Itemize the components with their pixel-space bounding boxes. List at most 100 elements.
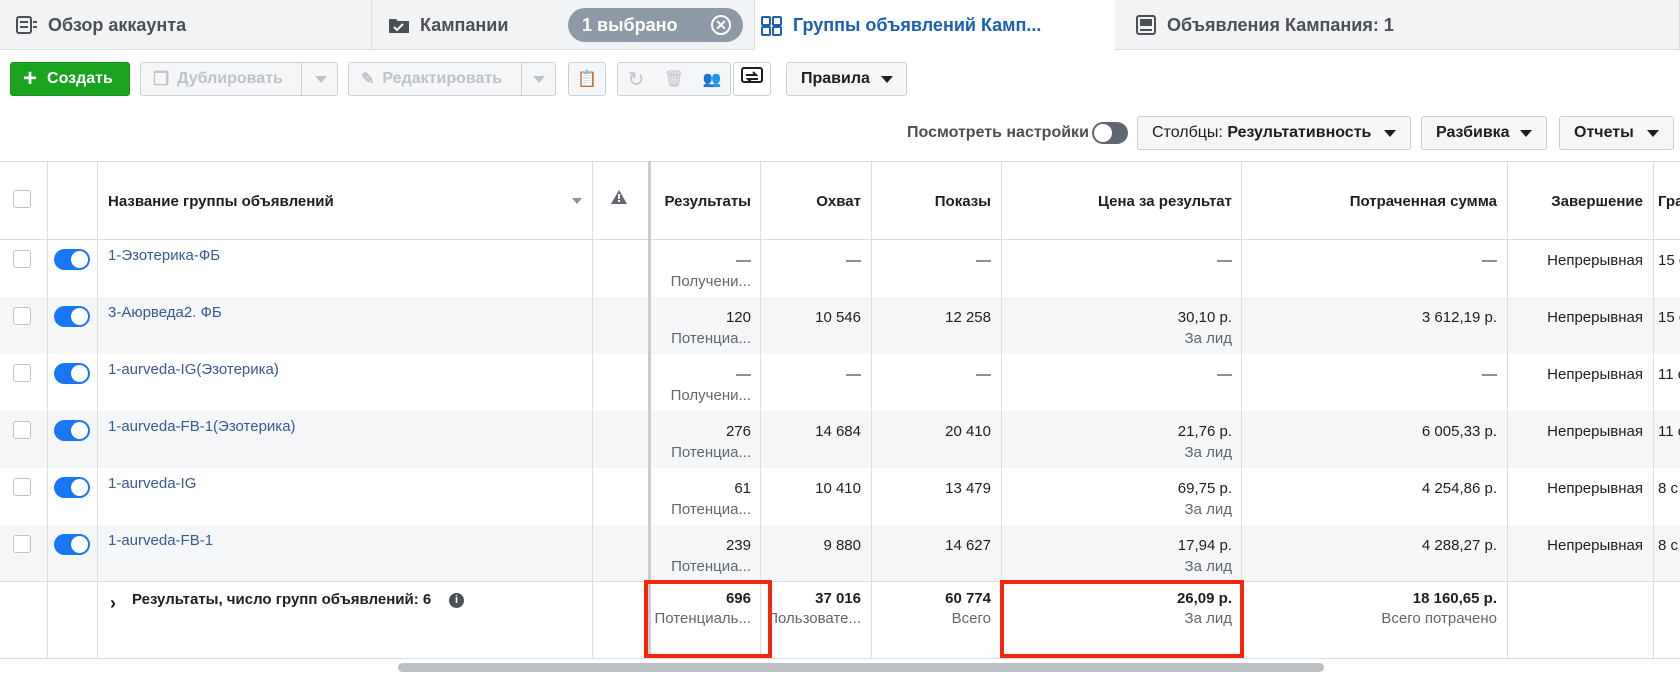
cell-schedule: 8 с (1658, 480, 1679, 497)
clipboard-icon: 📋 (577, 71, 597, 88)
clear-selection-icon[interactable]: ✕ (711, 15, 731, 35)
cell-amount-spent: 4 254,86 р. (1421, 480, 1497, 497)
duplicate-label: Дублировать (177, 70, 283, 87)
header-schedule[interactable]: Гра (1658, 193, 1680, 210)
clipboard-button[interactable]: 📋 (568, 62, 606, 96)
totals-impressions-sub: Всего (951, 610, 991, 627)
reports-label: Отчеты (1574, 124, 1634, 141)
cell-impressions: — (976, 252, 991, 269)
tab-bar: Обзор аккаунта Кампании 1 выбрано ✕ Груп… (0, 0, 1680, 51)
row-toggle[interactable] (54, 306, 90, 327)
ad-set-name-link[interactable]: 1-Эзотерика-ФБ (108, 247, 220, 264)
ad-set-name-link[interactable]: 1-aurveda-IG(Эзотерика) (108, 361, 279, 378)
cell-results: 276 (725, 423, 751, 440)
view-settings-label: Посмотреть настройки (907, 124, 1089, 141)
delete-button[interactable]: 🗑 (655, 62, 693, 96)
tab-ads[interactable]: Объявления Кампания: 1 (1115, 0, 1680, 50)
cell-impressions: 12 258 (945, 309, 991, 326)
audience-button[interactable]: 👥 (693, 62, 731, 96)
header-results[interactable]: Результаты (665, 193, 751, 210)
chevron-down-icon (1647, 130, 1659, 137)
row-checkbox[interactable] (13, 307, 31, 325)
row-checkbox[interactable] (13, 250, 31, 268)
cell-cost-per-result: — (1217, 252, 1232, 269)
cell-schedule: 11 с (1658, 366, 1680, 383)
compare-button[interactable] (733, 62, 771, 96)
cell-cost-per-result: — (1217, 366, 1232, 383)
row-toggle[interactable] (54, 477, 90, 498)
highlight-box-results (644, 580, 772, 658)
breakdown-dropdown[interactable]: Разбивка (1421, 116, 1547, 150)
cell-amount-spent: — (1482, 366, 1497, 383)
duplicate-button[interactable]: ❐ Дублировать (140, 62, 338, 96)
row-checkbox[interactable] (13, 478, 31, 496)
rules-dropdown[interactable]: Правила (786, 62, 907, 96)
ad-sets-table: Название группы объявлений Результаты Ох… (0, 161, 1680, 658)
selection-pill[interactable]: 1 выбрано ✕ (568, 8, 743, 42)
row-checkbox[interactable] (13, 364, 31, 382)
tab-label: Обзор аккаунта (48, 14, 187, 35)
pencil-icon: ✎ (361, 71, 375, 88)
tab-account-overview[interactable]: Обзор аккаунта (0, 0, 372, 50)
cell-results: 239 (725, 537, 751, 554)
chevron-down-icon (881, 76, 893, 83)
ad-set-name-link[interactable]: 1-aurveda-IG (108, 475, 196, 492)
refresh-button[interactable]: ↻ (617, 62, 655, 96)
header-reach[interactable]: Охват (816, 193, 861, 210)
row-toggle[interactable] (54, 249, 90, 270)
row-checkbox[interactable] (13, 421, 31, 439)
duplicate-icon: ❐ (153, 68, 170, 89)
view-settings-toggle[interactable] (1092, 122, 1128, 144)
info-icon[interactable]: i (449, 593, 464, 608)
ads-icon (1135, 15, 1157, 35)
columns-dropdown[interactable]: Столбцы: Результативность (1137, 116, 1411, 150)
select-all-checkbox[interactable] (13, 190, 31, 208)
cell-cost-per-result-sub: За лид (1184, 444, 1232, 461)
header-ends[interactable]: Завершение (1551, 193, 1643, 210)
header-name[interactable]: Название группы объявлений (108, 193, 334, 210)
scrollbar-thumb[interactable] (398, 663, 1324, 672)
sort-caret-icon[interactable] (572, 198, 582, 204)
header-amount-spent[interactable]: Потраченная сумма (1350, 193, 1497, 210)
expand-chevron-icon[interactable]: › (110, 593, 116, 614)
cell-reach: 10 410 (815, 480, 861, 497)
cell-reach: — (846, 366, 861, 383)
cell-reach: 10 546 (815, 309, 861, 326)
tab-label: Кампании (420, 14, 509, 35)
columns-value: Результативность (1227, 124, 1372, 141)
header-impressions[interactable]: Показы (935, 193, 991, 210)
edit-label: Редактировать (382, 70, 503, 87)
row-toggle[interactable] (54, 420, 90, 441)
tab-label: Группы объявлений Камп... (793, 15, 1042, 35)
cell-ends: Непрерывная (1547, 366, 1643, 383)
ad-set-name-link[interactable]: 1-aurveda-FB-1(Эзотерика) (108, 418, 296, 435)
ad-set-name-link[interactable]: 3-Аюрведа2. ФБ (108, 304, 222, 321)
campaigns-folder-icon (388, 15, 410, 35)
cell-reach: 14 684 (815, 423, 861, 440)
chevron-down-icon[interactable] (533, 76, 545, 83)
row-toggle[interactable] (54, 363, 90, 384)
cell-results-sub: Потенциа... (671, 558, 751, 575)
ad-set-name-link[interactable]: 1-aurveda-FB-1 (108, 532, 213, 549)
row-toggle[interactable] (54, 534, 90, 555)
create-button[interactable]: + Создать (10, 62, 130, 96)
header-cost-per-result[interactable]: Цена за результат (1098, 193, 1232, 210)
row-checkbox[interactable] (13, 535, 31, 553)
cell-schedule: 11 с (1658, 423, 1680, 440)
cell-impressions: 13 479 (945, 480, 991, 497)
cell-impressions: 20 410 (945, 423, 991, 440)
reports-dropdown[interactable]: Отчеты (1559, 116, 1674, 150)
edit-button[interactable]: ✎ Редактировать (348, 62, 556, 96)
tab-ad-sets[interactable]: Группы объявлений Камп... (755, 0, 1115, 51)
cell-ends: Непрерывная (1547, 480, 1643, 497)
cell-cost-per-result: 17,94 р. (1177, 537, 1232, 554)
chevron-down-icon[interactable] (315, 76, 327, 83)
plus-icon: + (23, 65, 38, 92)
cell-cost-per-result: 30,10 р. (1177, 309, 1232, 326)
totals-label: Результаты, число групп объявлений: 6 (132, 591, 432, 608)
totals-amount-spent-sub: Всего потрачено (1381, 610, 1497, 627)
cell-amount-spent: — (1482, 252, 1497, 269)
cell-results-sub: Потенциа... (671, 501, 751, 518)
cell-results-sub: Получени... (670, 387, 751, 404)
account-overview-icon (16, 15, 38, 35)
